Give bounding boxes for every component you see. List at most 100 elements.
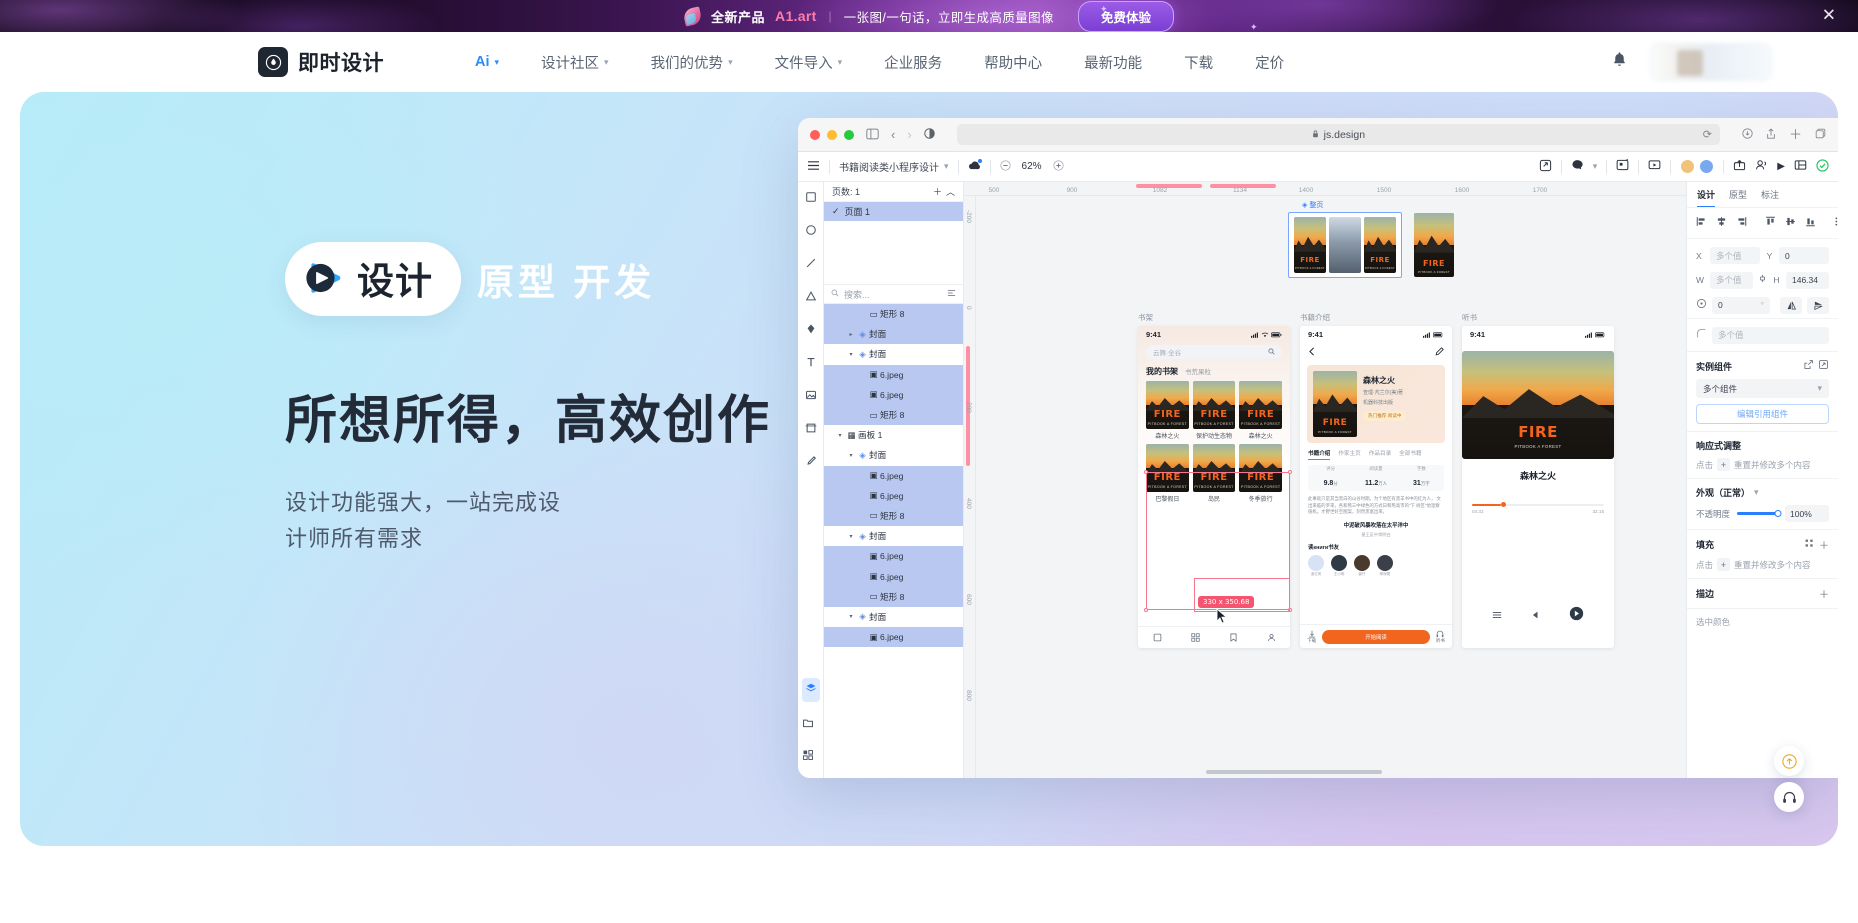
edit-component-button[interactable]: 编辑引用组件: [1696, 404, 1829, 424]
audio-progress[interactable]: [1472, 502, 1604, 507]
playlist-icon[interactable]: [1492, 607, 1502, 625]
link-ratio-icon[interactable]: [1758, 271, 1767, 289]
close-window-icon[interactable]: [810, 129, 820, 140]
nav-tab[interactable]: 全部书籍: [1399, 449, 1421, 460]
tab-bookshelf-icon[interactable]: [1153, 629, 1162, 647]
layer-row[interactable]: ▣ 6.jpeg: [824, 566, 963, 587]
brand-logo[interactable]: 即时设计: [258, 47, 384, 77]
play-circle-icon[interactable]: [1569, 606, 1584, 626]
canvas-group-tag[interactable]: ◈ 整页: [1302, 200, 1323, 210]
flip-vertical-icon[interactable]: [1807, 296, 1829, 314]
image-tool-icon[interactable]: [805, 388, 817, 406]
layer-row[interactable]: ▭ 矩形 8: [824, 505, 963, 527]
goto-main-icon[interactable]: [1818, 359, 1829, 373]
layer-row[interactable]: ▾ ▦ 画板 1: [824, 425, 963, 445]
layer-row[interactable]: ▣ 6.jpeg: [824, 384, 963, 405]
chevron-down-icon[interactable]: ▾: [846, 613, 856, 620]
nav-item-advantages[interactable]: 我们的优势 ▾: [630, 46, 754, 79]
chevron-down-icon[interactable]: ▾: [846, 351, 856, 358]
tabs-icon[interactable]: [1815, 128, 1826, 141]
listen-button[interactable]: 听书: [1436, 630, 1445, 644]
plus-icon[interactable]: +: [1717, 458, 1731, 471]
chevron-left-icon[interactable]: ‹: [891, 128, 895, 141]
check-circle-icon[interactable]: [1816, 158, 1829, 175]
book-cover-large[interactable]: FIRE PITBOOK A FOREST: [1462, 351, 1614, 459]
thumbnail-selection-group[interactable]: FIRE PITBOOK A FOREST FIRE PITBOOK A FORES…: [1288, 212, 1402, 278]
document-title[interactable]: 书籍阅读类小程序设计 ▾: [839, 159, 949, 175]
canvas-area[interactable]: 500 900 1082 1134 1400 1500 1600 1700 -200 0 200 4…: [964, 182, 1686, 778]
audio-controls[interactable]: [1462, 606, 1614, 626]
components-icon[interactable]: [802, 748, 820, 766]
notification-bell-icon[interactable]: [1611, 51, 1628, 73]
layer-row[interactable]: ▾ ◈ 封面: [824, 344, 963, 364]
text-tool-icon[interactable]: [805, 355, 817, 373]
tab-profile-icon[interactable]: [1267, 629, 1276, 647]
search-input[interactable]: 云舞·全谷: [1146, 345, 1282, 359]
headset-support-button[interactable]: [1774, 782, 1804, 812]
layer-row[interactable]: ▾ ◈ 封面: [824, 445, 963, 465]
layer-row[interactable]: ▣ 6.jpeg: [824, 465, 963, 486]
layer-row[interactable]: ▭ 矩形 8: [824, 304, 963, 325]
avatar[interactable]: [1354, 554, 1370, 571]
nav-item-help[interactable]: 帮助中心: [963, 46, 1063, 79]
chevron-down-icon[interactable]: ▾: [1754, 488, 1759, 497]
chevron-down-icon[interactable]: ▾: [846, 452, 856, 459]
share-icon[interactable]: [1733, 159, 1746, 174]
brush-tool-icon[interactable]: [805, 454, 817, 472]
book-thumbnail[interactable]: FIRE PITBOOK A FOREST: [1364, 217, 1396, 273]
align-bottom-icon[interactable]: [1805, 214, 1816, 232]
layer-row[interactable]: ▾ ◈ 封面: [824, 607, 963, 627]
edit-icon[interactable]: [1435, 343, 1444, 361]
progress-knob[interactable]: [1501, 502, 1507, 507]
ellipse-tool-icon[interactable]: [805, 223, 817, 241]
align-center-h-icon[interactable]: [1716, 214, 1727, 232]
book-thumbnail[interactable]: FIRE PITBOOK A FOREST: [1294, 217, 1326, 273]
layer-row[interactable]: ▣ 6.jpeg: [824, 546, 963, 567]
layer-row[interactable]: ▭ 矩形 8: [824, 586, 963, 607]
canvas-viewport[interactable]: ◈ 整页 FIRE PITBOOK A FOREST FIRE PITBOOK A …: [976, 196, 1686, 778]
nav-tab[interactable]: 作品目录: [1369, 449, 1391, 460]
book-cover[interactable]: FIRE PITBOOK A FOREST: [1239, 381, 1283, 429]
chevron-right-icon[interactable]: ›: [907, 128, 911, 141]
polygon-tool-icon[interactable]: [805, 289, 817, 307]
url-bar[interactable]: js.design ⟳: [956, 124, 1720, 145]
start-reading-button[interactable]: 开始阅读: [1322, 629, 1430, 644]
x-input[interactable]: 多个值: [1710, 247, 1760, 264]
y-input[interactable]: 0: [1779, 247, 1829, 264]
assets-icon[interactable]: [802, 716, 820, 734]
avatar[interactable]: [1308, 554, 1324, 571]
nav-item-file-import[interactable]: 文件导入 ▾: [754, 46, 864, 79]
style-icon[interactable]: [1804, 538, 1815, 552]
minus-icon[interactable]: [999, 159, 1011, 174]
book-cover[interactable]: FIRE PITBOOK A FOREST: [1192, 381, 1236, 429]
book-thumbnail[interactable]: FIRE PITBOOK A FOREST: [1414, 213, 1454, 277]
opacity-input[interactable]: 100 %: [1785, 505, 1829, 522]
layer-list[interactable]: ▭ 矩形 8 ▸ ◈ 封面 ▾ ◈ 封面 ▣ 6.jpeg ▣ 6.jpeg ▭ 矩形 8 ▾ ▦ 画板 1 ▾ ◈…: [824, 304, 963, 778]
section-subtitle[interactable]: 书荒果粒: [1185, 366, 1211, 376]
maximize-window-icon[interactable]: [844, 129, 854, 140]
zoom-level[interactable]: 62%: [1019, 161, 1045, 172]
plus-icon[interactable]: ＋: [933, 185, 942, 198]
canvas-horizontal-scrollbar[interactable]: [1206, 770, 1382, 774]
chevron-down-icon[interactable]: ▾: [1593, 162, 1598, 171]
book-thumbnail[interactable]: [1329, 217, 1361, 273]
export-icon[interactable]: [1539, 159, 1552, 175]
align-right-icon[interactable]: [1736, 214, 1747, 232]
nav-item-community[interactable]: 设计社区 ▾: [520, 46, 630, 79]
account-area[interactable]: [1650, 43, 1772, 81]
layer-row[interactable]: ▭ 矩形 8: [824, 404, 963, 426]
tab-annotation[interactable]: 标注: [1761, 188, 1779, 207]
layer-row[interactable]: ▣ 6.jpeg: [824, 364, 963, 385]
members-icon[interactable]: [1755, 159, 1768, 174]
nav-tab[interactable]: 书籍介绍: [1308, 449, 1331, 460]
h-input[interactable]: 146.34: [1786, 271, 1829, 289]
phone-screen-book-detail[interactable]: 9:41 FIRE PITBOOK A FOREST 森林之火 查理·芃兰尔(美…: [1300, 326, 1452, 648]
plus-icon[interactable]: +: [1717, 558, 1731, 571]
w-input[interactable]: 多个值: [1710, 271, 1753, 289]
line-tool-icon[interactable]: [805, 256, 817, 274]
plus-icon[interactable]: [1052, 159, 1064, 174]
plus-icon[interactable]: ＋: [1819, 537, 1829, 552]
chevron-down-icon[interactable]: ▾: [846, 533, 856, 540]
book-cover[interactable]: FIRE PITBOOK A FOREST: [1146, 381, 1189, 429]
avatar[interactable]: [1699, 159, 1715, 174]
